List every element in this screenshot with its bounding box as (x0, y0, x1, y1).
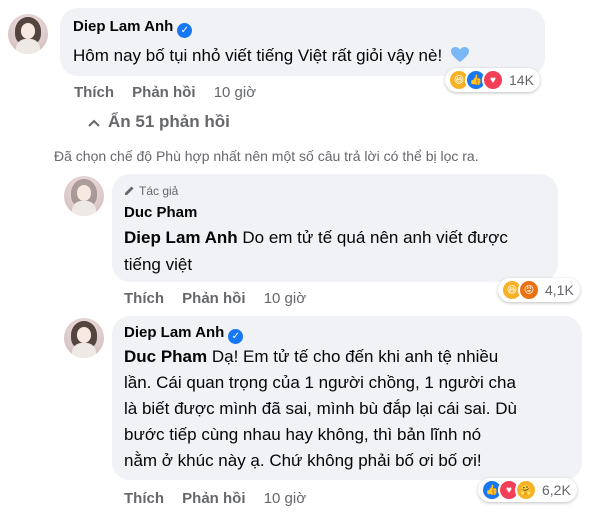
reply-bubble: Tác giả Duc Pham Diep Lam Anh Do em tử t… (112, 174, 558, 282)
like-button[interactable]: Thích (124, 490, 164, 507)
reply-button[interactable]: Phản hồi (132, 84, 195, 101)
reaction-summary[interactable]: 😆 👍 ♥ 14K (445, 68, 540, 92)
reply-bubble: Diep Lam Anh ✓ Duc Pham Dạ! Em tử tế cho … (112, 316, 582, 480)
like-button[interactable]: Thích (74, 84, 114, 101)
avatar[interactable] (64, 318, 104, 358)
reaction-count: 14K (509, 72, 534, 88)
reply-actions: Thích Phản hồi 10 giờ (124, 290, 320, 307)
reaction-summary[interactable]: 😆 😡 4,1K (498, 278, 580, 302)
angry-reaction-icon: 😡 (518, 279, 540, 301)
comment-bubble: Diep Lam Anh ✓ Hôm nay bố tụi nhỏ viết ti… (60, 8, 545, 76)
comment-actions: Thích Phản hồi 10 giờ (74, 84, 270, 101)
like-button[interactable]: Thích (124, 290, 164, 307)
reaction-count: 6,2K (542, 482, 571, 498)
timestamp[interactable]: 10 giờ (264, 490, 306, 507)
author-name[interactable]: Diep Lam Anh (73, 18, 173, 35)
mention-tag[interactable]: Diep Lam Anh (124, 228, 238, 247)
timestamp[interactable]: 10 giờ (264, 290, 306, 307)
verified-icon: ✓ (228, 329, 244, 344)
avatar[interactable] (64, 176, 104, 216)
timestamp[interactable]: 10 giờ (214, 84, 256, 101)
reply-text: Diep Lam Anh Do em tử tế quá nên anh viế… (124, 228, 508, 274)
reply-actions: Thích Phản hồi 10 giờ (124, 490, 320, 507)
comment-text: Hôm nay bố tụi nhỏ viết tiếng Việt rất g… (73, 42, 469, 69)
reply-text: Duc Pham Dạ! Em tử tế cho đến khi anh tệ… (124, 347, 517, 470)
heart-emoji-icon (450, 44, 469, 62)
author-name[interactable]: Duc Pham (124, 204, 197, 221)
reaction-count: 4,1K (545, 282, 574, 298)
reply-button[interactable]: Phản hồi (182, 490, 245, 507)
care-reaction-icon: 🤗 (515, 479, 537, 501)
reply-button[interactable]: Phản hồi (182, 290, 245, 307)
hide-replies-button[interactable]: Ẩn 51 phản hồi (88, 112, 230, 132)
filter-note: Đã chọn chế độ Phù hợp nhất nên một số c… (54, 148, 479, 164)
author-name[interactable]: Diep Lam Anh (124, 324, 224, 341)
author-badge: Tác giả (124, 182, 178, 201)
love-reaction-icon: ♥ (482, 69, 504, 91)
mention-tag[interactable]: Duc Pham (124, 347, 207, 366)
pencil-icon (124, 183, 135, 201)
avatar[interactable] (8, 14, 48, 54)
chevron-up-icon (88, 112, 100, 132)
verified-icon: ✓ (177, 23, 193, 38)
reaction-summary[interactable]: 👍 ♥ 🤗 6,2K (478, 478, 577, 502)
